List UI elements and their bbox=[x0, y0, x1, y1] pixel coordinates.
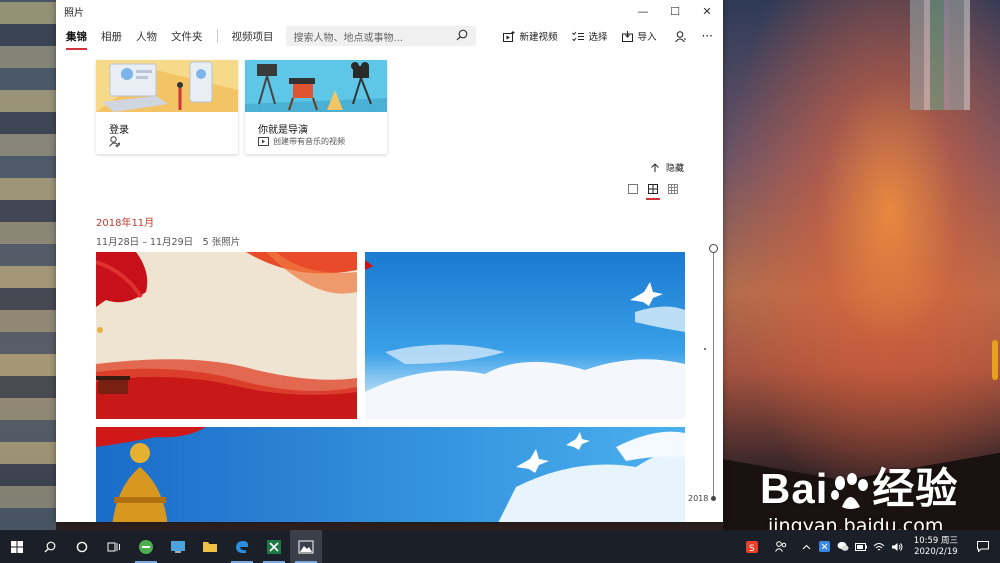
photo-thumbnail-1[interactable] bbox=[96, 252, 357, 419]
taskbar-clock[interactable]: 10:59 周三 2020/2/19 bbox=[914, 536, 958, 558]
signin-card-title: 登录 bbox=[109, 125, 129, 136]
taskbar-app-browser-green[interactable] bbox=[130, 530, 162, 563]
arrow-up-icon bbox=[651, 162, 659, 172]
windows-logo-icon bbox=[11, 540, 23, 553]
photo-thumbnail-3[interactable] bbox=[96, 427, 685, 522]
timeline-scrubber[interactable] bbox=[713, 248, 714, 500]
wifi-icon[interactable] bbox=[870, 530, 888, 563]
folder-icon bbox=[203, 542, 217, 552]
taskbar: S 10:59 周三 2020/2/19 bbox=[0, 530, 1000, 563]
import-button[interactable]: 导入 bbox=[621, 29, 657, 43]
svg-text:S: S bbox=[749, 544, 755, 553]
taskbar-app-remote[interactable] bbox=[162, 530, 194, 563]
tab-folders[interactable]: 文件夹 bbox=[171, 27, 203, 46]
desktop-icons-blurred bbox=[910, 0, 970, 110]
new-video-button[interactable]: 新建视频 bbox=[502, 29, 558, 43]
person-icon bbox=[674, 30, 686, 42]
grid-9-icon bbox=[668, 184, 678, 194]
signin-card[interactable]: 登录 bbox=[96, 60, 238, 154]
desktop-icons-left-blurred bbox=[0, 0, 56, 530]
battery-icon[interactable] bbox=[852, 530, 870, 563]
green-browser-icon bbox=[139, 539, 153, 554]
start-button[interactable] bbox=[0, 530, 34, 563]
hide-button[interactable]: 隐藏 bbox=[650, 161, 684, 174]
photos-app-icon bbox=[298, 540, 314, 553]
director-card-subtitle: 创建带有音乐的视频 bbox=[273, 137, 345, 146]
tab-people[interactable]: 人物 bbox=[136, 27, 157, 46]
tab-albums[interactable]: 相册 bbox=[101, 27, 122, 46]
close-button[interactable]: ✕ bbox=[691, 0, 723, 22]
import-icon bbox=[621, 30, 633, 42]
tab-video-projects[interactable]: 视频项目 bbox=[232, 27, 274, 46]
more-button[interactable]: ··· bbox=[702, 29, 713, 43]
cortana-button[interactable] bbox=[66, 530, 98, 563]
edge-icon bbox=[236, 540, 249, 553]
account-button[interactable] bbox=[674, 30, 686, 42]
remote-desktop-icon bbox=[171, 540, 185, 553]
view-large-button[interactable] bbox=[626, 182, 640, 196]
photo-thumbnail-2[interactable] bbox=[365, 252, 685, 419]
search-placeholder: 搜索人物、地点或事物... bbox=[293, 32, 404, 44]
photos-window: 照片 — ☐ ✕ 集锦 相册 人物 文件夹 视频项目 搜索人物、地点或事物...… bbox=[56, 0, 723, 522]
sogou-ime-icon[interactable]: S bbox=[740, 530, 764, 563]
minimize-button[interactable]: — bbox=[627, 0, 659, 22]
security-app-icon[interactable] bbox=[816, 530, 834, 563]
taskbar-search-button[interactable] bbox=[34, 530, 66, 563]
window-title: 照片 bbox=[64, 7, 84, 19]
volume-icon[interactable] bbox=[888, 530, 906, 563]
taskbar-app-file-explorer[interactable] bbox=[194, 530, 226, 563]
grid-4-icon bbox=[648, 184, 658, 194]
view-medium-button[interactable] bbox=[646, 182, 660, 200]
tab-collection[interactable]: 集锦 bbox=[66, 27, 87, 50]
select-button[interactable]: 选择 bbox=[571, 29, 608, 43]
toolbar-divider bbox=[216, 29, 218, 43]
cortana-circle-icon bbox=[76, 541, 88, 552]
view-small-button[interactable] bbox=[666, 182, 680, 196]
director-illustration bbox=[245, 60, 387, 112]
director-card[interactable]: 你就是导演 创建带有音乐的视频 bbox=[245, 60, 387, 154]
search-input[interactable]: 搜索人物、地点或事物... bbox=[285, 26, 476, 46]
timeline-year-dot[interactable] bbox=[711, 496, 716, 501]
action-center-icon[interactable] bbox=[966, 530, 1000, 563]
person-sign-in-icon bbox=[109, 136, 120, 147]
system-tray: S 10:59 周三 2020/2/19 bbox=[740, 530, 1000, 563]
timeline-handle[interactable] bbox=[709, 244, 718, 253]
people-icon[interactable] bbox=[764, 530, 798, 563]
edge-scroll-indicator bbox=[992, 340, 998, 380]
chevron-up-icon[interactable] bbox=[798, 530, 816, 563]
main-toolbar: 集锦 相册 人物 文件夹 视频项目 搜索人物、地点或事物... 新建视频 选择 … bbox=[56, 24, 723, 50]
maximize-button[interactable]: ☐ bbox=[659, 0, 691, 22]
taskbar-app-edge[interactable] bbox=[226, 530, 258, 563]
date-range-label: 11月28日 – 11月29日 5 张照片 bbox=[96, 237, 241, 248]
director-card-title: 你就是导演 bbox=[258, 125, 308, 136]
new-video-icon bbox=[502, 30, 514, 42]
single-square-icon bbox=[628, 184, 638, 194]
baidu-watermark: Bai 经验 bbox=[760, 465, 959, 512]
video-icon bbox=[258, 137, 269, 146]
timeline-marker bbox=[704, 348, 706, 350]
timeline-year-label: 2018 bbox=[688, 494, 709, 503]
wechat-icon[interactable] bbox=[834, 530, 852, 563]
title-bar: 照片 — ☐ ✕ bbox=[56, 0, 723, 22]
spreadsheet-icon bbox=[267, 539, 281, 554]
taskbar-app-excel[interactable] bbox=[258, 530, 290, 563]
search-icon bbox=[456, 29, 467, 41]
search-icon bbox=[44, 541, 56, 552]
task-view-button[interactable] bbox=[98, 530, 130, 563]
baidu-paw-icon bbox=[831, 472, 869, 509]
signin-illustration bbox=[96, 60, 238, 112]
checklist-icon bbox=[571, 31, 584, 41]
task-view-icon bbox=[107, 542, 120, 551]
month-heading: 2018年11月 bbox=[96, 218, 155, 229]
taskbar-app-photos[interactable] bbox=[290, 530, 322, 563]
